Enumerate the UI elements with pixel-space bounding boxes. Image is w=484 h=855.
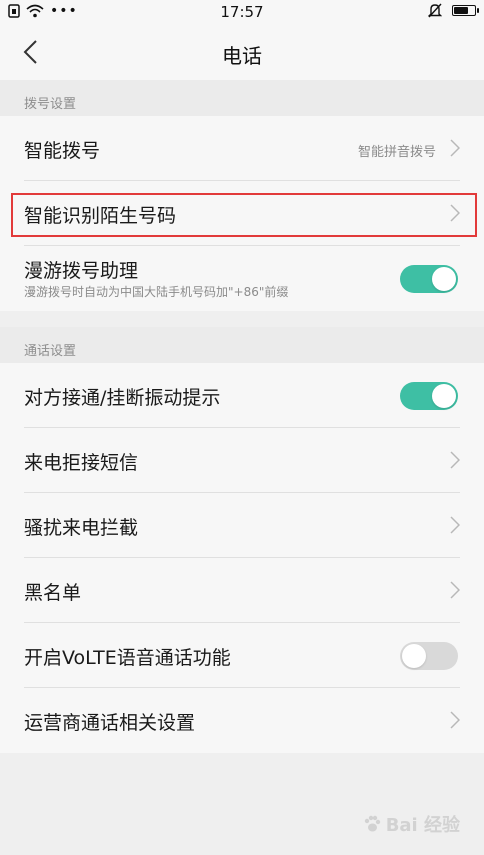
roaming-assistant-toggle[interactable] [400, 265, 458, 293]
status-right [428, 3, 479, 18]
status-time: 17:57 [220, 3, 264, 21]
status-bar: ••• 17:57 [0, 0, 484, 24]
smart-dial-value: 智能拼音拨号 [357, 145, 436, 160]
chevron-right-icon [450, 581, 460, 599]
reject-sms-item[interactable]: 来电拒接短信 [0, 428, 484, 493]
baidu-watermark: Bai 经验 [362, 811, 460, 837]
toggle-knob [402, 644, 426, 668]
blacklist-item[interactable]: 黑名单 [0, 558, 484, 623]
bell-muted-icon [428, 3, 442, 18]
carrier-settings-item[interactable]: 运营商通话相关设置 [0, 688, 484, 753]
identify-unknown-label: 智能识别陌生号码 [24, 205, 177, 227]
vibrate-on-connect-toggle[interactable] [400, 382, 458, 410]
chevron-right-icon [450, 204, 460, 222]
chevron-right-icon [450, 451, 460, 469]
toggle-knob [432, 267, 456, 291]
toggle-knob [432, 384, 456, 408]
page-title: 电话 [222, 44, 262, 68]
paw-icon [364, 815, 380, 832]
roaming-assistant-label: 漫游拨号助理 [24, 260, 139, 282]
chevron-right-icon [450, 711, 460, 729]
nav-bar: 电话 [0, 24, 484, 80]
chevron-right-icon [450, 139, 460, 157]
chevron-right-icon [450, 516, 460, 534]
section-header-call: 通话设置 [0, 327, 484, 363]
watermark-text: Bai 经验 [385, 815, 460, 836]
vibrate-on-connect-label: 对方接通/挂断振动提示 [24, 387, 221, 409]
roaming-assistant-sublabel: 漫游拨号时自动为中国大陆手机号码加"+86"前缀 [24, 285, 289, 299]
carrier-settings-label: 运营商通话相关设置 [24, 712, 196, 734]
volte-toggle[interactable] [400, 642, 458, 670]
blacklist-label: 黑名单 [24, 582, 82, 604]
battery-icon [452, 5, 479, 16]
smart-dial-item[interactable]: 智能拨号 智能拼音拨号 [0, 116, 484, 181]
harass-block-item[interactable]: 骚扰来电拦截 [0, 493, 484, 558]
volte-label: 开启VoLTE语音通话功能 [24, 647, 231, 669]
harass-block-label: 骚扰来电拦截 [24, 517, 139, 539]
roaming-assistant-item[interactable]: 漫游拨号助理 漫游拨号时自动为中国大陆手机号码加"+86"前缀 [0, 246, 484, 311]
section-header-dial: 拨号设置 [0, 80, 484, 116]
reject-sms-label: 来电拒接短信 [24, 452, 139, 474]
volte-item[interactable]: 开启VoLTE语音通话功能 [0, 623, 484, 688]
vibrate-on-connect-item[interactable]: 对方接通/挂断振动提示 [0, 363, 484, 428]
smart-dial-label: 智能拨号 [24, 140, 101, 162]
identify-unknown-item[interactable]: 智能识别陌生号码 [0, 181, 484, 246]
